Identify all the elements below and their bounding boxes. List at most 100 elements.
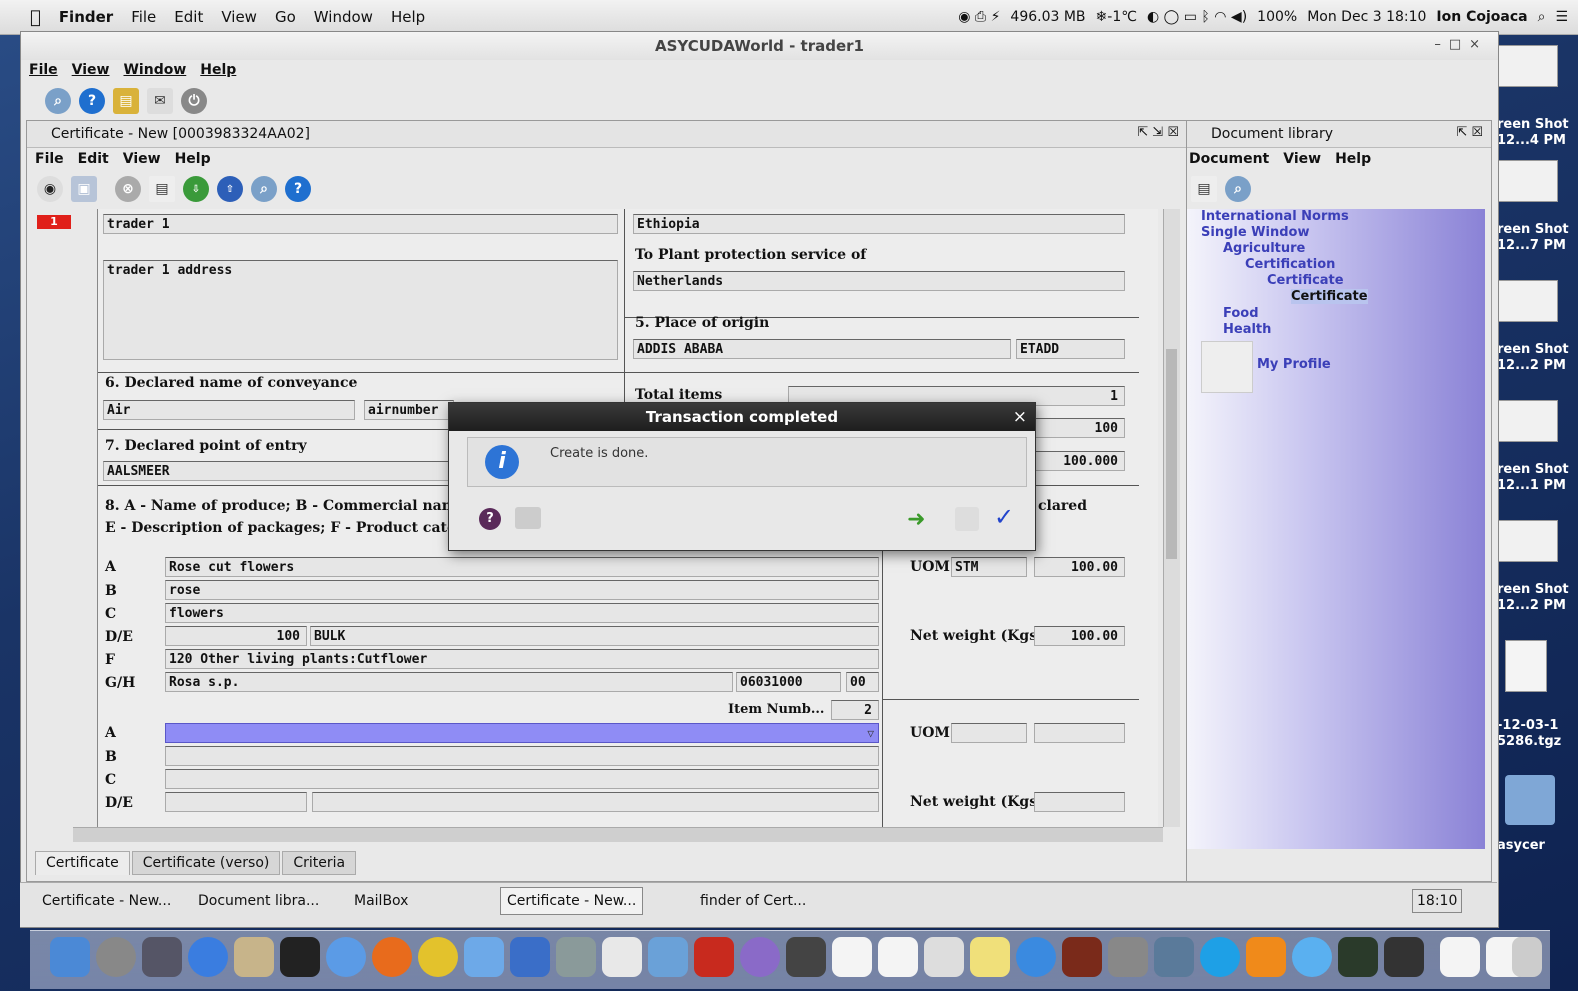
- app-icon[interactable]: [740, 937, 780, 977]
- item2-c[interactable]: [165, 769, 879, 789]
- tree-node[interactable]: Agriculture: [1223, 241, 1305, 256]
- vnc-icon[interactable]: [602, 937, 642, 977]
- menu-file[interactable]: File: [35, 151, 64, 167]
- tree-node[interactable]: Certificate: [1267, 273, 1344, 288]
- filezilla-icon[interactable]: [694, 937, 734, 977]
- power-icon[interactable]: ⏻: [181, 88, 207, 114]
- pane-controls[interactable]: ⇱ ☒: [1456, 125, 1483, 140]
- folder-icon[interactable]: [1505, 775, 1555, 825]
- dashboard-icon[interactable]: [142, 937, 182, 977]
- battery-readout[interactable]: 100%: [1257, 9, 1297, 25]
- item2-uom[interactable]: [951, 723, 1027, 743]
- print-icon[interactable]: [515, 507, 541, 529]
- taskbar-item[interactable]: Certificate - New...: [42, 893, 171, 909]
- menu-help[interactable]: Help: [200, 62, 236, 78]
- spotlight-icon[interactable]: ⌕: [1538, 9, 1546, 25]
- document-icon[interactable]: ▤: [1191, 176, 1217, 202]
- tree-node[interactable]: Health: [1223, 322, 1271, 337]
- app-icon[interactable]: [648, 937, 688, 977]
- conveyance-value[interactable]: Air: [103, 400, 355, 420]
- desktop-file-thumb[interactable]: [1498, 400, 1558, 442]
- item2-uom-value[interactable]: [1034, 723, 1125, 743]
- item1-c[interactable]: flowers: [165, 603, 879, 623]
- item1-g[interactable]: Rosa s.p.: [165, 672, 733, 692]
- itunes-icon[interactable]: [1016, 937, 1056, 977]
- item2-a-dropdown[interactable]: ▽: [165, 723, 879, 743]
- search-icon[interactable]: ⌕: [1225, 176, 1251, 202]
- item1-d-pkg[interactable]: BULK: [310, 626, 879, 646]
- messages-icon[interactable]: [1292, 937, 1332, 977]
- item1-uom-value[interactable]: 100.00: [1034, 557, 1125, 577]
- tree-node-selected[interactable]: Certificate: [1291, 289, 1368, 304]
- app-icon[interactable]: [786, 937, 826, 977]
- close-icon[interactable]: ×: [1013, 407, 1027, 427]
- help-icon[interactable]: ?: [479, 508, 501, 530]
- item1-hs[interactable]: 06031000: [736, 672, 841, 692]
- system-preferences-icon[interactable]: [1108, 937, 1148, 977]
- place-origin-code[interactable]: ETADD: [1016, 339, 1125, 359]
- checkmark-icon[interactable]: ✓: [994, 503, 1014, 531]
- iphoto-icon[interactable]: [1154, 937, 1194, 977]
- taskbar-item-active[interactable]: Certificate - New...: [500, 887, 644, 915]
- photo-booth-icon[interactable]: [1062, 937, 1102, 977]
- menu-document[interactable]: Document: [1189, 151, 1269, 167]
- search-icon[interactable]: ⌕: [251, 176, 277, 202]
- document-icon[interactable]: ▤: [149, 176, 175, 202]
- avatar[interactable]: [1201, 341, 1253, 393]
- item1-net-value[interactable]: 100.00: [1034, 626, 1125, 646]
- textedit-icon[interactable]: [924, 937, 964, 977]
- tab-certificate[interactable]: Certificate: [35, 851, 130, 875]
- help-icon[interactable]: ?: [285, 176, 311, 202]
- tray-icons[interactable]: ◐ ◯ ▭ ᛒ ◠ ◀): [1147, 9, 1247, 25]
- item1-hs2[interactable]: 00: [846, 672, 879, 692]
- status-icons[interactable]: ◉ ⎙ ⚡: [958, 9, 1000, 25]
- chevron-down-icon[interactable]: ▽: [867, 724, 874, 742]
- app-icon[interactable]: [556, 937, 596, 977]
- mail-icon[interactable]: ✉: [147, 88, 173, 114]
- disabled-icon[interactable]: ⊗: [115, 176, 141, 202]
- activity-monitor-icon[interactable]: [1338, 937, 1378, 977]
- calendar-icon[interactable]: [832, 937, 872, 977]
- item-number-value[interactable]: 2: [831, 700, 879, 720]
- tree-node[interactable]: Food: [1223, 306, 1259, 321]
- menu-view[interactable]: View: [212, 8, 266, 26]
- library-icon[interactable]: ▤: [113, 88, 139, 114]
- document-icon[interactable]: [1440, 937, 1480, 977]
- preview-icon[interactable]: [234, 937, 274, 977]
- item2-b[interactable]: [165, 746, 879, 766]
- search-icon[interactable]: ⌕: [45, 88, 71, 114]
- conveyance-number[interactable]: airnumber: [364, 400, 454, 420]
- menu-help[interactable]: Help: [175, 151, 211, 167]
- notification-icon[interactable]: ☰: [1555, 9, 1568, 25]
- tree-node[interactable]: International Norms: [1201, 209, 1349, 224]
- pane-controls[interactable]: ⇱ ⇲ ☒: [1137, 125, 1179, 140]
- app-store-icon[interactable]: [188, 937, 228, 977]
- menu-help[interactable]: Help: [1335, 151, 1371, 167]
- app-icon[interactable]: [510, 937, 550, 977]
- horizontal-scrollbar[interactable]: [73, 827, 1163, 842]
- item2-d-pkg[interactable]: [312, 792, 879, 812]
- row-marker[interactable]: 1: [37, 215, 71, 229]
- tgz-file-icon[interactable]: [1505, 640, 1547, 692]
- launchpad-icon[interactable]: [96, 937, 136, 977]
- xml-upload-icon[interactable]: ⇧: [217, 176, 243, 202]
- xml-download-icon[interactable]: ⇩: [183, 176, 209, 202]
- item1-uom[interactable]: STM: [951, 557, 1027, 577]
- finder-icon[interactable]: [50, 937, 90, 977]
- desktop-file-thumb[interactable]: [1498, 520, 1558, 562]
- menu-edit[interactable]: Edit: [165, 8, 212, 26]
- firefox-icon[interactable]: [372, 937, 412, 977]
- memory-readout[interactable]: 496.03 MB: [1010, 9, 1085, 25]
- menu-file[interactable]: File: [122, 8, 165, 26]
- menu-window[interactable]: Window: [123, 62, 186, 78]
- my-profile-link[interactable]: My Profile: [1257, 357, 1331, 372]
- country-from[interactable]: Ethiopia: [633, 214, 1125, 234]
- menu-view[interactable]: View: [1283, 151, 1321, 167]
- menu-edit[interactable]: Edit: [78, 151, 109, 167]
- tab-certificate-verso[interactable]: Certificate (verso): [131, 851, 281, 875]
- menu-go[interactable]: Go: [266, 8, 305, 26]
- consignor-name[interactable]: trader 1: [103, 214, 618, 234]
- menu-window[interactable]: Window: [305, 8, 382, 26]
- tree-node[interactable]: Single Window: [1201, 225, 1309, 240]
- menu-view[interactable]: View: [72, 62, 110, 78]
